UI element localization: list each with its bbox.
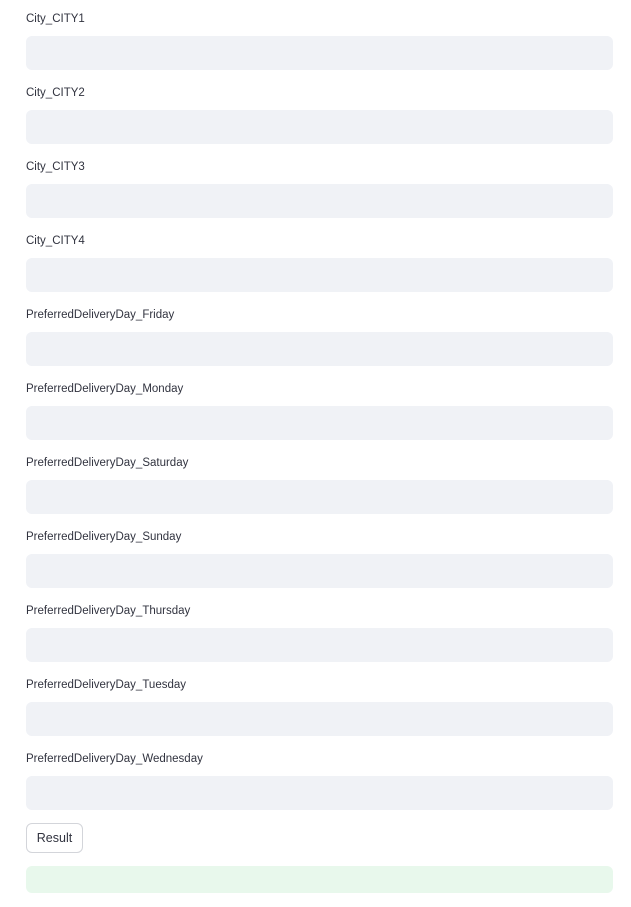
result-button[interactable]: Result	[26, 823, 83, 853]
input-form: City_CITY1 City_CITY2 City_CITY3 City_CI…	[26, 0, 613, 814]
field-label: PreferredDeliveryDay_Thursday	[26, 605, 191, 617]
field-delivery-saturday: PreferredDeliveryDay_Saturday	[26, 444, 613, 518]
field-label: City_CITY4	[26, 235, 85, 247]
field-label: City_CITY2	[26, 87, 85, 99]
delivery-friday-input[interactable]	[26, 332, 613, 366]
delivery-monday-input[interactable]	[26, 406, 613, 440]
field-delivery-wednesday: PreferredDeliveryDay_Wednesday	[26, 740, 613, 814]
city-city2-input[interactable]	[26, 110, 613, 144]
city-city1-input[interactable]	[26, 36, 613, 70]
field-city-city3: City_CITY3	[26, 148, 613, 222]
city-city4-input[interactable]	[26, 258, 613, 292]
delivery-thursday-input[interactable]	[26, 628, 613, 662]
field-delivery-friday: PreferredDeliveryDay_Friday	[26, 296, 613, 370]
field-delivery-tuesday: PreferredDeliveryDay_Tuesday	[26, 666, 613, 740]
delivery-saturday-input[interactable]	[26, 480, 613, 514]
field-label: PreferredDeliveryDay_Saturday	[26, 457, 189, 469]
field-city-city1: City_CITY1	[26, 0, 613, 74]
field-delivery-thursday: PreferredDeliveryDay_Thursday	[26, 592, 613, 666]
field-delivery-monday: PreferredDeliveryDay_Monday	[26, 370, 613, 444]
field-label: City_CITY1	[26, 13, 85, 25]
field-delivery-sunday: PreferredDeliveryDay_Sunday	[26, 518, 613, 592]
field-label: PreferredDeliveryDay_Friday	[26, 309, 175, 321]
delivery-sunday-input[interactable]	[26, 554, 613, 588]
result-output-box	[26, 866, 613, 893]
field-label: PreferredDeliveryDay_Tuesday	[26, 679, 187, 691]
field-city-city2: City_CITY2	[26, 74, 613, 148]
delivery-wednesday-input[interactable]	[26, 776, 613, 810]
field-label: City_CITY3	[26, 161, 85, 173]
field-city-city4: City_CITY4	[26, 222, 613, 296]
field-label: PreferredDeliveryDay_Monday	[26, 383, 184, 395]
field-label: PreferredDeliveryDay_Wednesday	[26, 753, 203, 765]
field-label: PreferredDeliveryDay_Sunday	[26, 531, 182, 543]
city-city3-input[interactable]	[26, 184, 613, 218]
delivery-tuesday-input[interactable]	[26, 702, 613, 736]
